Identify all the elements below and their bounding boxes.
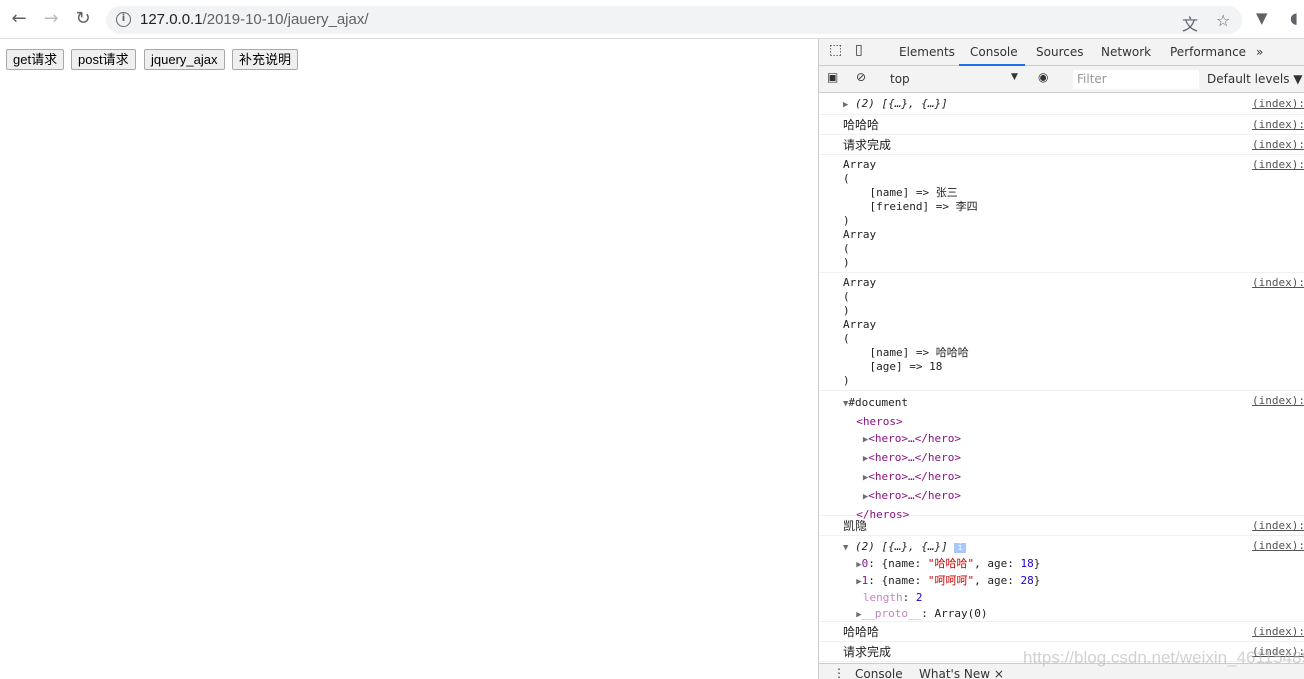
device-toggle-icon[interactable]: ▯ bbox=[855, 42, 863, 58]
source-link[interactable]: (index): bbox=[1252, 276, 1304, 289]
log-text: 哈哈哈 bbox=[843, 625, 880, 639]
source-link[interactable]: (index): bbox=[1252, 97, 1304, 110]
devtools-panel: ⬚ ▯ Elements Console Sources Network Per… bbox=[818, 39, 1304, 679]
log-levels-dropdown[interactable]: Default levels ▼ bbox=[1207, 72, 1303, 86]
xml-node[interactable]: <hero>…</hero> bbox=[868, 489, 961, 502]
xml-root: #document bbox=[848, 396, 909, 409]
xml-open-tag: <heros> bbox=[856, 415, 903, 428]
url-text[interactable]: 127.0.0.1/2019-10-10/jauery_ajax/ bbox=[140, 11, 369, 28]
xml-node[interactable]: <hero>…</hero> bbox=[868, 432, 961, 445]
expand-triangle-icon[interactable]: ▶ bbox=[843, 100, 848, 110]
back-arrow-icon[interactable]: ← bbox=[8, 8, 30, 30]
filter-input[interactable]: Filter bbox=[1073, 70, 1199, 89]
reload-icon[interactable]: ↻ bbox=[72, 8, 94, 30]
drawer-menu-icon[interactable]: ⋮ bbox=[833, 666, 845, 679]
length-value: 2 bbox=[915, 591, 923, 604]
inspect-icon[interactable]: ⬚ bbox=[829, 42, 842, 58]
drawer-tab-console[interactable]: Console bbox=[855, 667, 903, 679]
source-link[interactable]: (index): bbox=[1252, 519, 1304, 532]
array-index[interactable]: 1 bbox=[862, 574, 869, 587]
post-request-button[interactable]: post请求 bbox=[71, 49, 136, 70]
supplement-button[interactable]: 补充说明 bbox=[232, 49, 299, 70]
name-value: "呵呵呵" bbox=[927, 574, 975, 587]
log-text: 凯隐 bbox=[843, 519, 868, 533]
address-bar[interactable]: i 127.0.0.1/2019-10-10/jauery_ajax/ 文 ☆ bbox=[106, 6, 1242, 34]
array-index[interactable]: 0 bbox=[862, 557, 869, 570]
array-summary: (2) [{…}, {…}] bbox=[855, 540, 948, 553]
console-entry: 哈哈哈 (index): bbox=[819, 622, 1304, 642]
source-link[interactable]: (index): bbox=[1252, 539, 1304, 552]
browser-toolbar: ← → ↻ i 127.0.0.1/2019-10-10/jauery_ajax… bbox=[0, 0, 1304, 39]
url-path: /2019-10-10/jauery_ajax/ bbox=[202, 11, 369, 28]
collapse-triangle-icon[interactable]: ▼ bbox=[843, 543, 848, 553]
eye-icon[interactable]: ◉ bbox=[1038, 70, 1048, 84]
age-value: 18 bbox=[1020, 557, 1034, 570]
name-value: "哈哈哈" bbox=[927, 557, 975, 570]
source-link[interactable]: (index): bbox=[1252, 138, 1304, 151]
source-link[interactable]: (index): bbox=[1252, 158, 1304, 171]
console-entry: 请求完成 (index): bbox=[819, 135, 1304, 155]
get-request-button[interactable]: get请求 bbox=[6, 49, 65, 70]
translate-icon[interactable]: 文 bbox=[1182, 11, 1198, 35]
devtools-tabs: ⬚ ▯ Elements Console Sources Network Per… bbox=[819, 39, 1304, 66]
console-entry: 凯隐 (index): bbox=[819, 516, 1304, 536]
console-entry: Array ( [name] => 张三 [freiend] => 李四 ) A… bbox=[819, 155, 1304, 273]
console-entry: ▼#document <heros> ▶<hero>…</hero> ▶<her… bbox=[819, 391, 1304, 521]
tab-network[interactable]: Network bbox=[1101, 45, 1151, 59]
tab-elements[interactable]: Elements bbox=[899, 45, 955, 59]
console-entry: Array ( ) Array ( [name] => 哈哈哈 [age] =>… bbox=[819, 273, 1304, 391]
log-text: 请求完成 bbox=[843, 645, 892, 659]
log-text: Array ( ) Array ( [name] => 哈哈哈 [age] =>… bbox=[843, 276, 969, 387]
console-entry[interactable]: ▶ (2) [{…}, {…}] (index): bbox=[819, 94, 1304, 115]
info-badge-icon: i bbox=[954, 543, 966, 553]
log-text: (2) [{…}, {…}] bbox=[855, 97, 948, 110]
context-select[interactable]: top bbox=[890, 72, 910, 86]
console-entry: 哈哈哈 (index): bbox=[819, 115, 1304, 135]
console-output: ▶ (2) [{…}, {…}] (index): 哈哈哈 (index): 请求完… bbox=[819, 94, 1304, 663]
extension-icon[interactable]: ▼ bbox=[1256, 9, 1268, 27]
source-link[interactable]: (index): bbox=[1252, 394, 1304, 407]
proto-value: Array(0) bbox=[934, 607, 988, 620]
clear-console-icon[interactable]: ⊘ bbox=[856, 70, 866, 84]
xml-node[interactable]: <hero>…</hero> bbox=[868, 451, 961, 464]
log-text: Array ( [name] => 张三 [freiend] => 李四 ) A… bbox=[843, 158, 978, 269]
drawer-tab-whats-new[interactable]: What's New × bbox=[919, 667, 1004, 679]
age-value: 28 bbox=[1020, 574, 1034, 587]
source-link[interactable]: (index): bbox=[1252, 625, 1304, 638]
length-key: length bbox=[862, 591, 903, 604]
info-icon[interactable]: i bbox=[116, 12, 131, 27]
jquery-ajax-button[interactable]: jquery_ajax bbox=[144, 49, 225, 70]
log-text: 请求完成 bbox=[843, 138, 892, 152]
console-toolbar: ▣ ⊘ top ▼ ◉ Filter Default levels ▼ bbox=[819, 66, 1304, 93]
sidebar-toggle-icon[interactable]: ▣ bbox=[827, 70, 838, 84]
star-icon[interactable]: ☆ bbox=[1216, 11, 1230, 30]
url-host: 127.0.0.1 bbox=[140, 11, 203, 28]
profile-icon[interactable]: ◖ bbox=[1290, 9, 1298, 27]
proto-key[interactable]: __proto__ bbox=[862, 607, 922, 620]
page-content: get请求 post请求 jquery_ajax 补充说明 bbox=[0, 39, 818, 679]
source-link[interactable]: (index): bbox=[1252, 118, 1304, 131]
forward-arrow-icon[interactable]: → bbox=[40, 8, 62, 30]
tab-performance[interactable]: Performance bbox=[1170, 45, 1246, 59]
context-dropdown-icon[interactable]: ▼ bbox=[1011, 72, 1018, 82]
tab-sources[interactable]: Sources bbox=[1036, 45, 1083, 59]
log-text: 哈哈哈 bbox=[843, 118, 880, 132]
watermark: https://blog.csdn.net/weixin_46115489 bbox=[1023, 648, 1304, 667]
more-tabs-button[interactable]: » bbox=[1256, 45, 1263, 59]
xml-node[interactable]: <hero>…</hero> bbox=[868, 470, 961, 483]
console-entry: ▼ (2) [{…}, {…}] i ▶0: {name: "哈哈哈", age… bbox=[819, 536, 1304, 622]
tab-console[interactable]: Console bbox=[970, 45, 1018, 59]
